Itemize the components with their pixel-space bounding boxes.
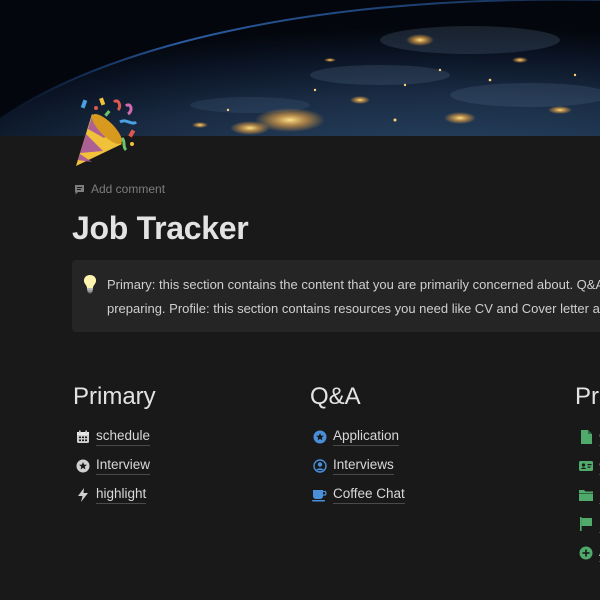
- callout-block[interactable]: Primary: this section contains the conte…: [72, 260, 600, 332]
- callout-line-2: preparing. Profile: this section contain…: [107, 301, 600, 316]
- user-circle-icon: [312, 458, 327, 473]
- link-profile-1[interactable]: C: [578, 422, 600, 451]
- lightning-icon: [75, 487, 90, 502]
- link-interview[interactable]: Interview: [75, 451, 151, 480]
- coffee-cup-icon: [312, 487, 327, 502]
- star-circle-icon: [75, 458, 90, 473]
- primary-links: schedule Interview highlight: [75, 422, 151, 509]
- link-profile-3[interactable]: P: [578, 480, 600, 509]
- profile-links: C C P: [578, 422, 600, 567]
- link-profile-2[interactable]: C: [578, 451, 600, 480]
- add-comment-button[interactable]: Add comment: [74, 181, 165, 197]
- column-heading-profile[interactable]: Pro: [575, 383, 600, 411]
- link-schedule[interactable]: schedule: [75, 422, 151, 451]
- link-label: Coffee Chat: [333, 486, 405, 504]
- link-label: Interview: [96, 457, 151, 475]
- comment-icon: [75, 184, 84, 194]
- callout-text: Primary: this section contains the conte…: [107, 273, 600, 321]
- star-circle-icon: [312, 429, 327, 444]
- flag-icon: [578, 516, 593, 531]
- link-label: schedule: [96, 428, 151, 446]
- party-popper-icon[interactable]: [70, 96, 140, 170]
- link-interviews[interactable]: Interviews: [312, 451, 405, 480]
- link-highlight[interactable]: highlight: [75, 480, 150, 509]
- qa-links: Application Interviews Coffee Chat: [312, 422, 405, 509]
- link-profile-4[interactable]: M: [578, 509, 600, 538]
- document-icon: [578, 429, 593, 444]
- callout-line-1: Primary: this section contains the conte…: [107, 277, 600, 292]
- link-coffee-chat[interactable]: Coffee Chat: [312, 480, 405, 509]
- link-label: highlight: [96, 486, 147, 504]
- link-label: Application: [333, 428, 400, 446]
- link-profile-5[interactable]: A: [578, 538, 600, 567]
- link-application[interactable]: Application: [312, 422, 405, 451]
- add-circle-icon: [578, 545, 593, 560]
- lightbulb-icon: [83, 275, 97, 294]
- id-card-icon: [578, 458, 593, 473]
- link-label: Interviews: [333, 457, 394, 475]
- column-heading-qa[interactable]: Q&A: [310, 383, 361, 411]
- column-heading-primary[interactable]: Primary: [73, 383, 156, 411]
- calendar-icon: [75, 429, 90, 444]
- folder-icon: [578, 487, 593, 502]
- notion-page: Add comment Job Tracker Primary: this se…: [0, 0, 600, 600]
- add-comment-label: Add comment: [91, 182, 166, 196]
- page-title[interactable]: Job Tracker: [72, 210, 249, 247]
